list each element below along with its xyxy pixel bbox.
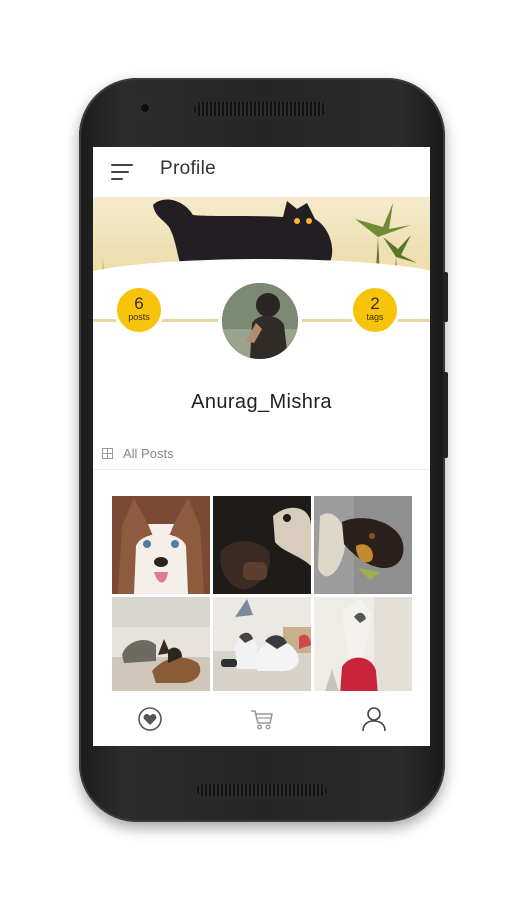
photo-tile-dogs-on-floor[interactable] [112,597,210,695]
huskies-on-floor-photo [213,597,311,695]
husky-closeup-photo [112,496,210,594]
photo-tile-huskies-on-floor[interactable] [213,597,311,695]
dog-rotated-photo [314,496,412,594]
page-title: Profile [160,158,216,179]
bottom-speaker-grille [197,784,327,796]
nav-favorites[interactable] [135,704,165,734]
tags-label: tags [366,312,384,322]
dogs-on-floor-photo [112,597,210,695]
tags-count: 2 [370,294,380,313]
posts-label: posts [128,312,150,322]
person-icon [362,707,386,732]
front-camera [141,104,149,112]
phone-screen: Profile 6 posts 2 tags Anurag_Mishra All… [93,147,430,746]
all-posts-label: All Posts [123,445,174,461]
heart-circle-icon [138,707,162,731]
tags-count-badge[interactable]: 2 tags [350,285,400,335]
photo-tile-dog-rotated[interactable] [314,496,412,594]
cart-icon [251,710,273,730]
photo-tile-dog-with-person[interactable] [213,496,311,594]
grid-icon [102,447,113,459]
nav-cart[interactable] [247,704,277,734]
app-bar: Profile [93,147,430,197]
power-button [443,272,448,322]
dog-with-person-photo [213,496,311,594]
posts-count-badge[interactable]: 6 posts [114,285,164,335]
bottom-navigation [93,691,430,746]
profile-username: Anurag_Mishra [191,391,332,413]
section-divider [93,469,430,470]
photo-tile-dog-by-red-bag[interactable] [314,597,412,695]
photo-tile-husky-closeup[interactable] [112,496,210,594]
hamburger-menu-icon[interactable] [111,164,133,180]
avatar[interactable] [218,279,302,363]
volume-button [443,372,448,458]
earpiece-grille [194,102,326,116]
nav-profile[interactable] [359,704,389,734]
posts-count: 6 [134,294,144,313]
all-posts-header[interactable]: All Posts [102,444,174,462]
dog-by-red-bag-photo [314,597,412,695]
avatar-photo [222,283,298,359]
